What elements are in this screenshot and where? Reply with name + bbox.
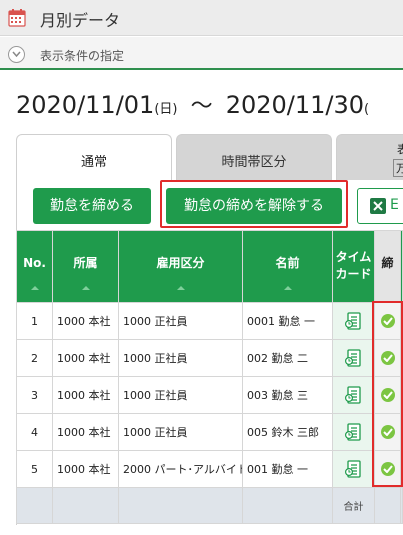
excel-export-button[interactable]: E — [357, 188, 403, 224]
calendar-icon — [8, 9, 26, 27]
tab-time-zone[interactable]: 時間帯区分 — [176, 134, 332, 180]
sort-icon — [283, 286, 292, 290]
cell-name: 002 勤怠 二 — [242, 339, 333, 377]
app-header: 月別データ — [0, 0, 403, 36]
cell-timecard[interactable] — [332, 450, 375, 488]
tab-normal-label: 通常 — [80, 155, 107, 170]
cell-employment: 1000 正社員 — [118, 302, 243, 340]
cell-office: 1000 本社 — [52, 302, 119, 340]
header-closed: 締 — [374, 230, 401, 303]
date-range: 2020/11/01(日) 〜 2020/11/30( — [16, 88, 369, 120]
sort-icon — [81, 286, 90, 290]
cell-employment: 1000 正社員 — [118, 376, 243, 414]
cell-office: 1000 本社 — [52, 376, 119, 414]
cell-office: 1000 本社 — [52, 339, 119, 377]
header-timecard: タイム カード — [332, 230, 375, 303]
cell-no: 1 — [16, 302, 53, 340]
tab-third[interactable]: 表 万 — [336, 134, 403, 180]
total-cell — [52, 487, 119, 524]
header-no[interactable]: No. — [16, 230, 53, 303]
table-row[interactable]: 1 1000 本社 1000 正社員 0001 勤怠 一 — [16, 302, 403, 340]
date-range-start-weekday: (日) — [154, 102, 178, 117]
timecard-icon[interactable] — [344, 460, 363, 478]
date-range-end-weekday: ( — [364, 102, 370, 117]
tab-time-zone-label: 時間帯区分 — [221, 155, 287, 170]
cell-employment: 1000 正社員 — [118, 413, 243, 451]
close-attendance-button[interactable]: 勤怠を締める — [33, 188, 151, 224]
header-name[interactable]: 名前 — [242, 230, 333, 303]
header-overflow — [400, 230, 403, 303]
total-cell — [118, 487, 243, 524]
tab-third-label-line2: 万 — [393, 159, 403, 177]
display-conditions-label: 表示条件の指定 — [40, 49, 125, 63]
table-row[interactable]: 5 1000 本社 2000 パート･アルバイト 001 勤怠 一 — [16, 450, 403, 488]
chevron-down-icon[interactable] — [8, 46, 25, 63]
cell-no: 3 — [16, 376, 53, 414]
tab-third-label-line1: 表 — [397, 143, 403, 156]
total-label: 合計 — [332, 487, 375, 524]
cell-employment: 1000 正社員 — [118, 339, 243, 377]
page-title: 月別データ — [40, 11, 121, 30]
highlight-release-button — [160, 180, 348, 228]
sort-icon — [30, 286, 39, 290]
cell-timecard[interactable] — [332, 413, 375, 451]
total-cell — [374, 487, 401, 524]
cell-office: 1000 本社 — [52, 413, 119, 451]
cell-name: 005 鈴木 三郎 — [242, 413, 333, 451]
total-cell — [242, 487, 333, 524]
header-office[interactable]: 所属 — [52, 230, 119, 303]
cell-no: 4 — [16, 413, 53, 451]
cell-timecard[interactable] — [332, 376, 375, 414]
table-header-row: No. 所属 雇用区分 名前 タイム カード 締 — [16, 230, 403, 303]
cell-name: 003 勤怠 三 — [242, 376, 333, 414]
timecard-icon[interactable] — [344, 386, 363, 404]
timecard-icon[interactable] — [344, 423, 363, 441]
cell-name: 0001 勤怠 一 — [242, 302, 333, 340]
cell-no: 2 — [16, 339, 53, 377]
excel-icon — [370, 198, 386, 214]
display-conditions-toggle[interactable]: 表示条件の指定 — [0, 37, 403, 70]
attendance-table: No. 所属 雇用区分 名前 タイム カード 締 1 1000 本社 1000 正社員… — [16, 230, 403, 524]
timecard-icon[interactable] — [344, 349, 363, 367]
table-row[interactable]: 4 1000 本社 1000 正社員 005 鈴木 三郎 — [16, 413, 403, 451]
date-range-separator: 〜 — [190, 94, 213, 119]
cell-office: 1000 本社 — [52, 450, 119, 488]
sort-icon — [176, 286, 185, 290]
cell-timecard[interactable] — [332, 302, 375, 340]
header-employment[interactable]: 雇用区分 — [118, 230, 243, 303]
timecard-icon[interactable] — [344, 312, 363, 330]
excel-export-label: E — [390, 197, 399, 213]
table-row[interactable]: 2 1000 本社 1000 正社員 002 勤怠 二 — [16, 339, 403, 377]
table-row[interactable]: 3 1000 本社 1000 正社員 003 勤怠 三 — [16, 376, 403, 414]
date-range-start: 2020/11/01 — [16, 91, 155, 119]
total-cell — [16, 487, 53, 524]
date-range-end: 2020/11/30 — [225, 91, 365, 119]
total-row: 合計 — [16, 487, 403, 524]
cell-employment: 2000 パート･アルバイト — [118, 450, 243, 488]
cell-no: 5 — [16, 450, 53, 488]
cell-timecard[interactable] — [332, 339, 375, 377]
highlight-closed-column — [372, 301, 403, 487]
cell-name: 001 勤怠 一 — [242, 450, 333, 488]
total-cell — [400, 487, 403, 524]
tab-normal[interactable]: 通常 — [16, 134, 172, 180]
